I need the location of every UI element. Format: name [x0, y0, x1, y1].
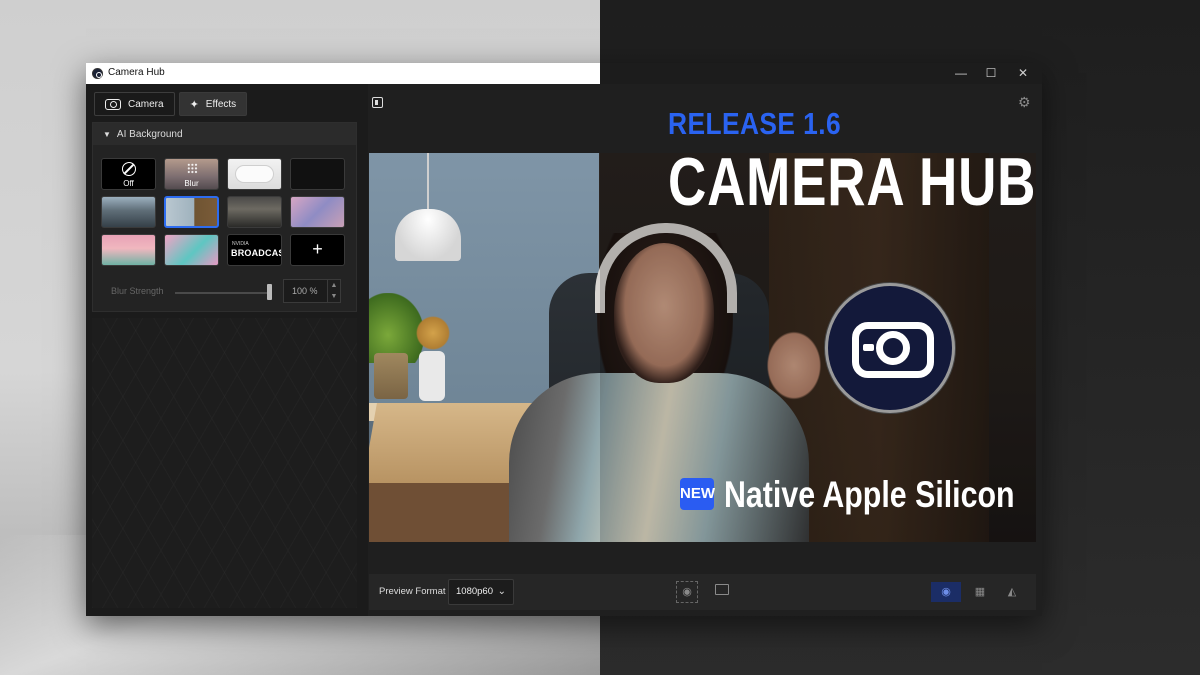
- blur-strength-slider-handle[interactable]: [267, 284, 272, 300]
- add-background-button[interactable]: +: [290, 234, 345, 266]
- eye-icon[interactable]: ◉: [931, 582, 961, 602]
- blur-strength-slider[interactable]: [175, 292, 271, 294]
- gear-icon[interactable]: ⚙: [1018, 94, 1031, 111]
- blur-label: Blur: [184, 179, 199, 188]
- close-button[interactable]: ✕: [1008, 65, 1038, 82]
- broadcast-label: BROADCAST: [231, 248, 281, 258]
- nvidia-broadcast-option[interactable]: NVIDIA BROADCAST: [227, 234, 282, 266]
- background-grid: Off Blur NVIDIA BROADCAST: [101, 158, 345, 266]
- blur-strength-label: Blur Strength: [111, 286, 164, 296]
- ai-background-section: ▼ AI Background Off Blur NVIDIA BROADCA …: [92, 122, 357, 312]
- off-icon: [122, 162, 136, 176]
- tab-camera-label: Camera: [128, 98, 164, 110]
- chevron-down-icon: ⌄: [497, 586, 506, 597]
- panel-background-pattern: [92, 318, 357, 608]
- vase: [419, 351, 445, 401]
- background-image-option-selected[interactable]: [164, 196, 219, 228]
- background-image-option[interactable]: [290, 196, 345, 228]
- background-image-option[interactable]: [101, 196, 156, 228]
- background-dark-option[interactable]: [290, 158, 345, 190]
- mirror-icon[interactable]: ◭: [997, 582, 1027, 602]
- grid-icon[interactable]: ▦: [965, 582, 995, 602]
- ai-background-header[interactable]: ▼ AI Background: [93, 123, 356, 145]
- tagline: Native Apple Silicon: [724, 474, 1015, 515]
- blur-icon: [187, 163, 198, 174]
- tab-effects-label: Effects: [205, 98, 237, 110]
- plant: [374, 353, 408, 399]
- headline-title: CAMERA HUB: [668, 144, 1037, 220]
- off-label: Off: [123, 179, 134, 188]
- camera-icon: [105, 98, 121, 110]
- blur-strength-row: Blur Strength 100 % ▲ ▼: [111, 279, 351, 303]
- tab-bar: Camera ✦ Effects: [94, 92, 248, 116]
- snapshot-icon[interactable]: ◉: [676, 581, 698, 603]
- nvidia-logo: NVIDIA: [232, 241, 249, 247]
- tab-effects[interactable]: ✦ Effects: [178, 92, 248, 116]
- section-title: AI Background: [116, 128, 183, 140]
- folder-icon[interactable]: [715, 584, 729, 595]
- new-badge: NEW: [680, 478, 715, 510]
- minimize-button[interactable]: —: [946, 65, 976, 82]
- maximize-button[interactable]: ☐: [976, 65, 1006, 82]
- left-panel: Camera ✦ Effects ▼ AI Background Off Blu…: [86, 84, 368, 616]
- release-version: RELEASE 1.6: [668, 106, 842, 141]
- app-logo-icon: [92, 68, 103, 79]
- bottom-toolbar: Preview Format 1080p60 ⌄ ◉ ◉ ▦ ◭: [369, 574, 1036, 610]
- background-blur-option[interactable]: Blur: [164, 158, 219, 190]
- camera-hub-logo: [825, 283, 955, 413]
- sidebar-toggle-icon[interactable]: [372, 97, 383, 108]
- background-image-option[interactable]: [101, 234, 156, 266]
- background-image-option[interactable]: [164, 234, 219, 266]
- tab-camera[interactable]: Camera: [94, 92, 175, 116]
- pendant-lamp: [395, 209, 461, 261]
- magic-wand-icon: ✦: [189, 98, 199, 111]
- plus-icon: +: [312, 239, 323, 259]
- preview-format-value: 1080p60: [456, 586, 493, 597]
- preview-format-select[interactable]: 1080p60 ⌄: [448, 579, 514, 605]
- blur-strength-stepper[interactable]: ▲ ▼: [327, 279, 341, 303]
- window-title: Camera Hub: [108, 67, 165, 78]
- background-image-option[interactable]: [227, 196, 282, 228]
- title-bar: Camera Hub — ☐ ✕: [86, 63, 1042, 84]
- background-off-option[interactable]: Off: [101, 158, 156, 190]
- background-white-option[interactable]: [227, 158, 282, 190]
- collapse-triangle-icon: ▼: [103, 129, 111, 139]
- preview-format-label: Preview Format: [379, 586, 446, 597]
